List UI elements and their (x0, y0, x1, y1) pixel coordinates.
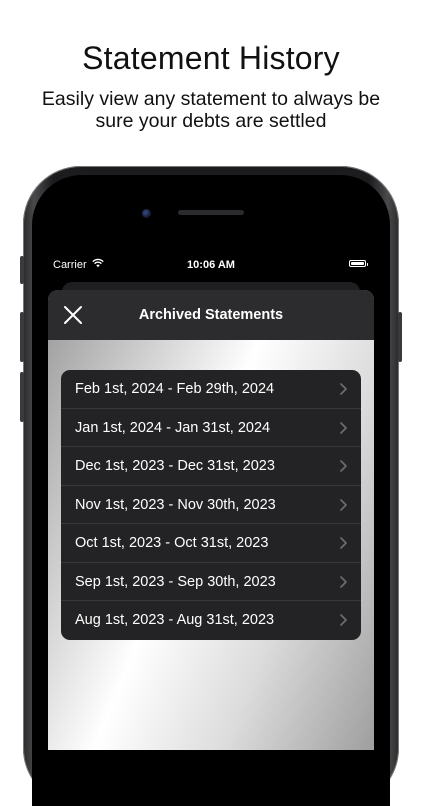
front-camera-icon (142, 209, 151, 218)
status-bar: Carrier 10:06 AM (45, 253, 377, 275)
statement-period-label: Aug 1st, 2023 - Aug 31st, 2023 (75, 612, 275, 628)
statement-period-label: Nov 1st, 2023 - Nov 30th, 2023 (75, 496, 276, 513)
chevron-right-icon (340, 614, 347, 626)
statement-row[interactable]: Sep 1st, 2023 - Sep 30th, 2023 (61, 563, 361, 601)
statement-period-label: Oct 1st, 2023 - Oct 31st, 2023 (75, 535, 269, 551)
statement-row[interactable]: Feb 1st, 2024 - Feb 29th, 2024 (61, 370, 361, 409)
statement-row[interactable]: Oct 1st, 2023 - Oct 31st, 2023 (61, 524, 361, 563)
phone-silent-switch (20, 256, 24, 284)
chevron-right-icon (340, 575, 347, 588)
battery-icon (349, 260, 368, 267)
chevron-right-icon (340, 421, 347, 434)
phone-power-button (398, 312, 402, 362)
earpiece-speaker (178, 210, 244, 215)
phone-screen: Carrier 10:06 AM Archived Statements Feb… (45, 253, 377, 750)
statement-row[interactable]: Jan 1st, 2024 - Jan 31st, 2024 (61, 409, 361, 447)
statement-list: Feb 1st, 2024 - Feb 29th, 2024 Jan 1st, 2… (61, 370, 361, 640)
archived-statements-sheet: Archived Statements Feb 1st, 2024 - Feb … (48, 290, 374, 750)
promo-title: Statement History (82, 40, 340, 76)
statement-row[interactable]: Nov 1st, 2023 - Nov 30th, 2023 (61, 486, 361, 524)
phone-volume-up (20, 312, 24, 362)
navigation-bar: Archived Statements (48, 290, 374, 340)
statement-period-label: Jan 1st, 2024 - Jan 31st, 2024 (75, 419, 271, 436)
statement-period-label: Sep 1st, 2023 - Sep 30th, 2023 (75, 573, 276, 590)
statement-period-label: Feb 1st, 2024 - Feb 29th, 2024 (75, 381, 275, 397)
nav-title: Archived Statements (138, 307, 284, 323)
chevron-right-icon (340, 460, 347, 472)
statement-period-label: Dec 1st, 2023 - Dec 31st, 2023 (75, 458, 275, 474)
chevron-right-icon (340, 383, 347, 395)
phone-volume-down (20, 372, 24, 422)
promo-subtitle: Easily view any statement to always be s… (41, 88, 381, 132)
chevron-right-icon (340, 498, 347, 511)
statement-row[interactable]: Aug 1st, 2023 - Aug 31st, 2023 (61, 601, 361, 640)
chevron-right-icon (340, 537, 347, 549)
statement-row[interactable]: Dec 1st, 2023 - Dec 31st, 2023 (61, 447, 361, 486)
status-time: 10:06 AM (187, 259, 235, 271)
